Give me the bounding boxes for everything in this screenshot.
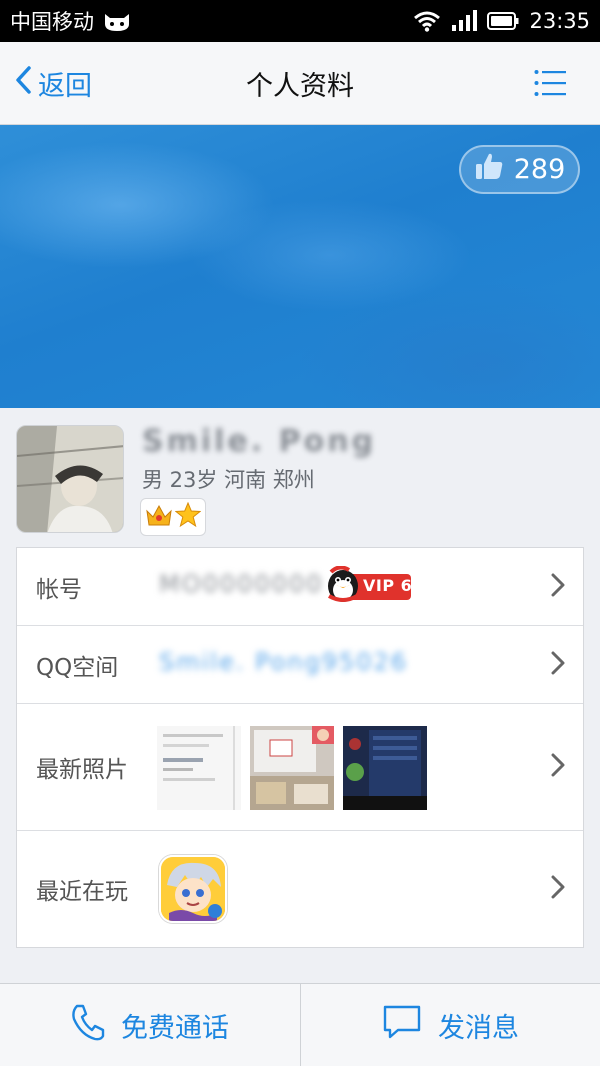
battery-icon xyxy=(487,11,519,31)
vip-badge: VIP 6 xyxy=(325,565,413,604)
list-menu-icon[interactable] xyxy=(534,68,566,98)
signal-icon xyxy=(451,10,478,32)
chevron-right-icon xyxy=(551,651,565,679)
free-call-button[interactable]: 免费通话 xyxy=(0,984,300,1066)
avatar[interactable] xyxy=(16,425,124,533)
photo-thumbnail[interactable] xyxy=(343,726,427,810)
thumbs-up-icon xyxy=(474,151,504,188)
games-row[interactable]: 最近在玩 xyxy=(17,831,583,947)
qzone-value: Smile. Pong95026 xyxy=(159,648,409,676)
status-bar: 中国移动 23:35 xyxy=(0,0,600,42)
profile-name: Smile. Pong xyxy=(142,424,377,459)
back-button[interactable]: 返回 xyxy=(14,42,92,125)
account-label: 帐号 xyxy=(36,576,82,603)
chat-bubble-icon xyxy=(382,1004,422,1047)
carrier-label: 中国移动 xyxy=(10,10,94,34)
photo-thumbnail[interactable] xyxy=(250,726,334,810)
photos-label: 最新照片 xyxy=(36,757,128,783)
profile-cover[interactable]: 289 xyxy=(0,125,600,408)
phone-icon xyxy=(71,1003,105,1048)
chevron-right-icon xyxy=(551,753,565,781)
clock: 23:35 xyxy=(529,9,590,33)
cat-icon xyxy=(102,10,132,32)
chevron-right-icon xyxy=(551,875,565,903)
chevron-right-icon xyxy=(551,573,565,601)
profile-header: Smile. Pong 男 23岁 河南 郑州 xyxy=(0,408,600,546)
send-message-label: 发消息 xyxy=(438,1013,519,1044)
account-row[interactable]: 帐号 MO0000000 VIP 6 xyxy=(17,548,583,626)
game-app-icon[interactable] xyxy=(159,855,227,923)
crown-icon xyxy=(145,503,173,531)
photo-thumbnail[interactable] xyxy=(157,726,241,810)
profile-meta: 男 23岁 河南 郑州 xyxy=(142,468,315,492)
vip-label: VIP 6 xyxy=(363,576,413,595)
chevron-left-icon xyxy=(14,66,32,101)
like-count: 289 xyxy=(513,154,566,185)
games-label: 最近在玩 xyxy=(36,879,128,905)
action-bar: 免费通话 发消息 xyxy=(0,983,600,1066)
free-call-label: 免费通话 xyxy=(121,1013,229,1044)
wifi-icon xyxy=(413,10,441,32)
star-icon xyxy=(174,501,202,532)
nav-bar: 返回 个人资料 xyxy=(0,42,600,125)
send-message-button[interactable]: 发消息 xyxy=(300,984,600,1066)
page-title: 个人资料 xyxy=(246,70,354,102)
like-button[interactable]: 289 xyxy=(459,145,580,194)
photos-row[interactable]: 最新照片 xyxy=(17,704,583,831)
back-label: 返回 xyxy=(38,71,92,102)
info-card: 帐号 MO0000000 VIP 6 QQ空间 Smile. Pong95026 xyxy=(16,547,584,948)
badge-group[interactable] xyxy=(140,498,206,536)
qzone-label: QQ空间 xyxy=(36,654,119,681)
account-value: MO0000000 xyxy=(159,570,324,598)
qzone-row[interactable]: QQ空间 Smile. Pong95026 xyxy=(17,626,583,704)
